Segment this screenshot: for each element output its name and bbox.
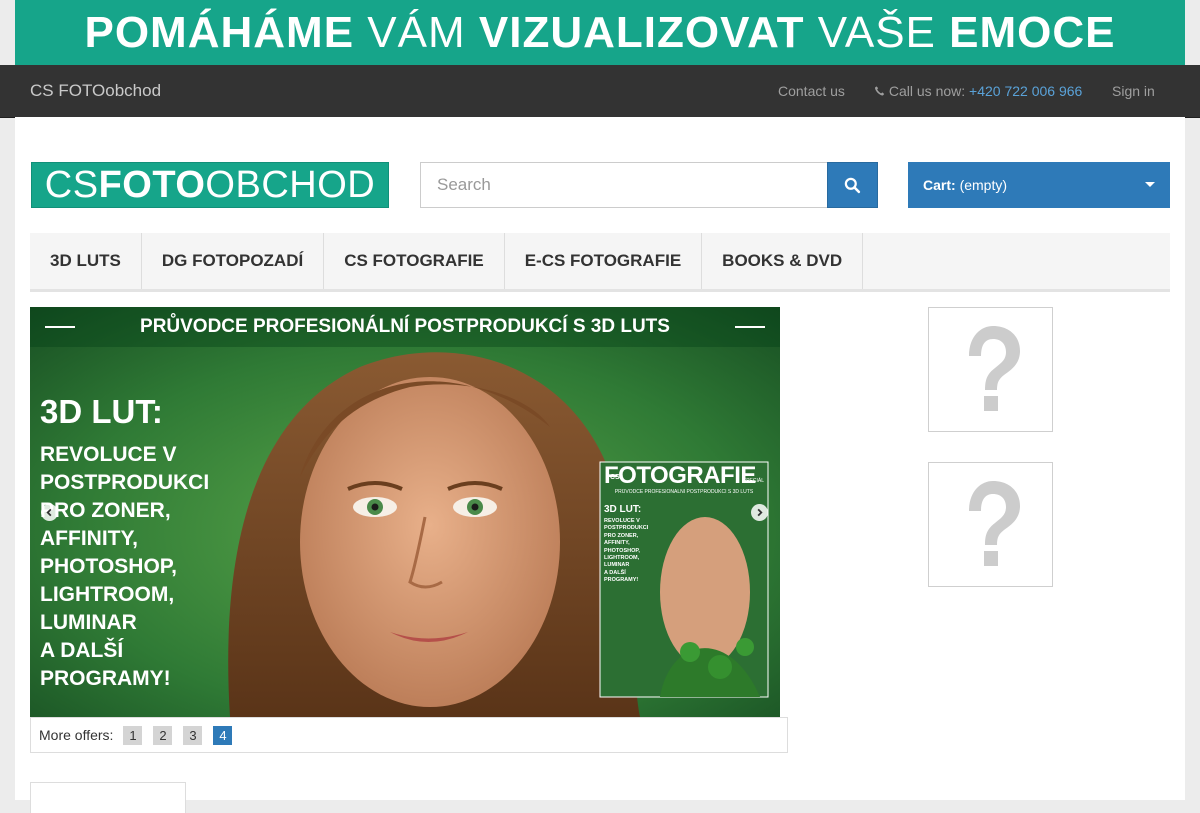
product-tab[interactable] xyxy=(30,782,186,813)
chevron-left-icon xyxy=(46,508,52,517)
more-offers-bar: More offers: 1 2 3 4 xyxy=(30,717,788,753)
cover-line: A DALŠÍ xyxy=(604,569,626,576)
call-us-label: Call us now: xyxy=(888,83,966,99)
sign-in-link[interactable]: Sign in xyxy=(1112,83,1155,99)
cover-line: PHOTOSHOP, xyxy=(604,547,640,554)
slide-line: REVOLUCE V xyxy=(40,443,177,466)
banner-word-1: POMÁHÁME xyxy=(84,7,355,57)
banner-word-5: EMOCE xyxy=(949,7,1116,57)
logo-text-obchod: OBCHOD xyxy=(205,163,376,206)
slide-line: PHOTOSHOP, xyxy=(40,555,177,578)
question-mark-icon xyxy=(969,326,1020,411)
more-offers-label: More offers: xyxy=(39,727,114,743)
slider-prev-button[interactable] xyxy=(41,504,58,521)
cover-subtitle: PRŮVODCE PROFESIONÁLNÍ POSTPRODUKCÍ S 3D… xyxy=(614,489,754,495)
logo-text-foto: FOTO xyxy=(98,163,206,206)
phone-number-link[interactable]: +420 722 006 966 xyxy=(969,83,1082,99)
brand-link[interactable]: CS FOTOobchod xyxy=(30,81,161,101)
cover-lut: 3D LUT: xyxy=(604,504,642,515)
banner-word-4: VAŠE xyxy=(817,7,936,57)
top-banner: POMÁHÁME VÁM VIZUALIZOVAT VAŠE EMOCE xyxy=(15,0,1185,65)
menu-item-3d-luts[interactable]: 3D LUTS xyxy=(30,233,142,289)
cart-label: Cart: xyxy=(923,177,956,193)
slide-line: LIGHTROOM, xyxy=(40,583,175,606)
slide-line: PROGRAMY! xyxy=(40,667,171,690)
menu-item-dg-fotopozadi[interactable]: DG FOTOPOZADÍ xyxy=(142,233,325,289)
offer-page-4[interactable]: 4 xyxy=(213,725,233,745)
menu-item-books-dvd[interactable]: BOOKS & DVD xyxy=(702,233,864,289)
cover-line: LIGHTROOM, xyxy=(604,555,640,562)
promo-slider[interactable]: PRŮVODCE PROFESIONÁLNÍ POSTPRODUKCÍ S 3D… xyxy=(30,307,780,717)
cart-dropdown[interactable]: Cart: (empty) xyxy=(908,162,1170,208)
banner-word-3: VIZUALIZOVAT xyxy=(478,7,805,57)
contact-us-link[interactable]: Contact us xyxy=(778,83,845,99)
search-input[interactable] xyxy=(420,162,828,208)
banner-word-2: VÁM xyxy=(367,7,466,57)
menu-item-cs-fotografie[interactable]: CS FOTOGRAFIE xyxy=(324,233,505,289)
call-us: Call us now: +420 722 006 966 xyxy=(874,83,1082,99)
question-mark-icon xyxy=(969,481,1020,566)
cover-line: AFFINITY, xyxy=(604,540,630,547)
chevron-right-icon xyxy=(757,508,763,517)
magazine-cover: CS FOTOGRAFIE SPECIÁL PRŮVODCE PROFESION… xyxy=(600,462,768,697)
logo-text-cs: CS xyxy=(44,163,99,206)
phone-icon xyxy=(874,86,885,96)
search-icon xyxy=(844,177,861,193)
offer-page-1[interactable]: 1 xyxy=(123,725,143,745)
search-button[interactable] xyxy=(827,162,878,208)
cover-lines: REVOLUCE V POSTPRODUKCI PRO ZONER, AFFIN… xyxy=(604,518,648,585)
caret-down-icon xyxy=(1145,182,1155,187)
cover-line: LUMINAR xyxy=(604,562,630,569)
offer-page-2[interactable]: 2 xyxy=(153,725,173,745)
cover-line: POSTPRODUKCI xyxy=(604,525,649,532)
cover-line: PROGRAMY! xyxy=(604,577,639,584)
slide-title: 3D LUT: xyxy=(40,393,163,430)
cart-status: (empty) xyxy=(959,177,1008,193)
cover-line: PRO ZONER, xyxy=(604,532,639,539)
slide-line: POSTPRODUKCI xyxy=(40,471,210,494)
slide-lines: REVOLUCE V POSTPRODUKCI PRO ZONER, AFFIN… xyxy=(40,441,209,693)
main-menu: 3D LUTS DG FOTOPOZADÍ CS FOTOGRAFIE E-CS… xyxy=(30,233,1170,292)
slide-headline: PRŮVODCE PROFESIONÁLNÍ POSTPRODUKCÍ S 3D… xyxy=(140,316,670,337)
cover-special: SPECIÁL xyxy=(742,478,764,484)
main-content: CS FOTOOBCHOD Cart: (empty) 3D LUTS DG F… xyxy=(15,117,1185,813)
site-logo[interactable]: CS FOTO OBCHOD xyxy=(31,162,389,208)
cover-line: REVOLUCE V xyxy=(604,518,640,524)
slide-line: LUMINAR xyxy=(40,611,137,634)
sidebar-image-placeholder-2[interactable] xyxy=(928,462,1053,587)
cover-title: FOTOGRAFIE xyxy=(604,462,756,489)
menu-item-e-cs-fotografie[interactable]: E-CS FOTOGRAFIE xyxy=(505,233,703,289)
top-navbar: CS FOTOobchod Contact us Call us now: +4… xyxy=(0,65,1200,118)
slide-line: PRO ZONER, xyxy=(40,499,171,522)
slider-next-button[interactable] xyxy=(751,504,768,521)
slide-line: AFFINITY, xyxy=(40,527,138,550)
sidebar-image-placeholder-1[interactable] xyxy=(928,307,1053,432)
offer-page-3[interactable]: 3 xyxy=(183,725,203,745)
slide-line: A DALŠÍ xyxy=(40,639,124,662)
